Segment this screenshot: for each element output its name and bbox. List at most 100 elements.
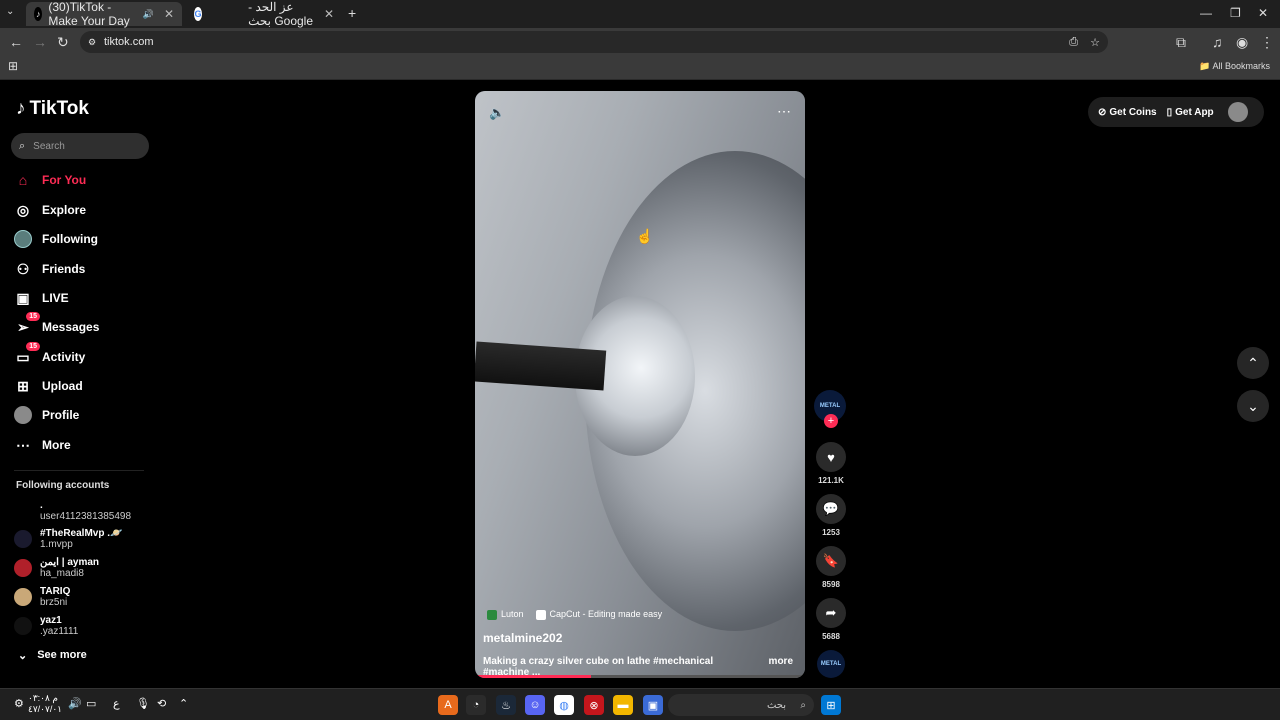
minimize-icon[interactable]: — (1200, 6, 1212, 20)
get-coins-button[interactable]: ⊘ Get Coins (1098, 107, 1157, 118)
phone-icon: ▯ (1166, 106, 1173, 118)
all-bookmarks-button[interactable]: 📁 All Bookmarks (1199, 61, 1270, 72)
close-tab-icon[interactable]: ✕ (324, 7, 334, 21)
settings-icon[interactable]: ⚙ (14, 697, 24, 710)
following-account[interactable]: TARIQ brz5ni (14, 586, 70, 608)
get-coins-label: Get Coins (1109, 106, 1157, 118)
account-name: TARIQ (40, 586, 71, 597)
see-more-button[interactable]: ⌄ See more (18, 649, 87, 662)
like-button[interactable]: ♥ 121.1K (814, 442, 848, 485)
following-account[interactable]: yaz1 .yaz1111 (14, 615, 78, 637)
nav-friends[interactable]: ⚇ Friends (14, 258, 86, 280)
share-button[interactable]: ➦ 5688 (814, 598, 848, 641)
action-bar: METAL + ♥ 121.1K 💬 1253 🔖 8598 ➦ 5688 ME… (814, 390, 848, 678)
nav-more[interactable]: ⋯ More (14, 434, 71, 456)
avatar-text: METAL (819, 403, 841, 409)
new-tab-icon[interactable]: + (348, 5, 356, 21)
following-account[interactable]: #TheRealMvp .🪐 1.mvpp (14, 528, 122, 550)
location-icon (487, 609, 497, 620)
profile-icon[interactable]: ◉ (1236, 34, 1248, 51)
search-input[interactable]: ⌕ Search (11, 133, 149, 159)
avatar (14, 559, 32, 577)
tab-list-icon[interactable]: ⌄ (6, 6, 14, 17)
see-more-label: See more (37, 649, 87, 661)
app-icon-blue[interactable]: ▣ (643, 695, 663, 715)
video-player[interactable]: 🔈 ⋯ Luton CapCut - Editing made easy met… (475, 91, 805, 678)
install-app-icon[interactable]: ⎙ (1069, 36, 1078, 49)
next-video-button[interactable]: ⌄ (1237, 390, 1269, 422)
nav-explore[interactable]: ◎ Explore (14, 199, 86, 221)
maximize-icon[interactable]: ❐ (1230, 6, 1241, 20)
more-dots-icon: ⋯ (16, 436, 30, 453)
chrome-icon[interactable]: ◍ (554, 695, 574, 715)
language-indicator[interactable]: ع (113, 697, 120, 710)
video-author[interactable]: metalmine202 (483, 631, 562, 645)
avatar[interactable] (1227, 102, 1248, 122)
following-account[interactable]: ايمن | ayman ha_madi8 (14, 557, 99, 579)
url-field[interactable]: ⚙ tiktok.com ⎙ ☆ (80, 31, 1108, 53)
menu-icon[interactable]: ⋮ (1260, 34, 1274, 51)
sound-disc[interactable]: METAL (817, 650, 845, 678)
search-icon: ⌕ (800, 699, 806, 711)
sync-icon[interactable]: ⟲ (157, 697, 166, 710)
logo-text: TikTok (29, 98, 89, 119)
file-explorer-icon[interactable]: ▬ (613, 695, 633, 715)
extensions-icon[interactable]: ⧉ (1176, 34, 1186, 51)
following-account[interactable]: . user4112381385498 (14, 500, 131, 522)
video-progress-bar[interactable] (475, 675, 805, 678)
activity-badge: 15 (26, 342, 40, 351)
tiktok-logo[interactable]: ♪ TikTok (16, 98, 89, 120)
nav-live[interactable]: ▣ LIVE (14, 287, 68, 309)
volume-icon[interactable]: 🔈 (489, 105, 505, 121)
nav-activity[interactable]: ▭ 15 Activity (14, 342, 86, 368)
share-icon: ➦ (816, 598, 846, 628)
save-count: 8598 (822, 580, 840, 589)
caption-more-button[interactable]: more (769, 656, 793, 667)
close-window-icon[interactable]: ✕ (1258, 6, 1268, 20)
speaker-icon[interactable]: 🔊 (143, 9, 154, 20)
microphone-icon[interactable]: 🎙 (136, 697, 150, 710)
tray-chevron-icon[interactable]: ⌃ (179, 697, 188, 710)
app-icon-a[interactable]: A (438, 695, 458, 715)
capcut-tag[interactable]: CapCut - Editing made easy (535, 609, 662, 620)
get-app-button[interactable]: ▯ Get App (1167, 107, 1214, 118)
reload-icon[interactable]: ↻ (57, 34, 69, 51)
bookmark-star-icon[interactable]: ☆ (1090, 36, 1100, 49)
previous-video-button[interactable]: ⌃ (1237, 347, 1269, 379)
nav-upload[interactable]: ⊞ Upload (14, 375, 83, 397)
save-button[interactable]: 🔖 8598 (814, 546, 848, 589)
comment-button[interactable]: 💬 1253 (814, 494, 848, 537)
back-icon[interactable]: ← (9, 34, 23, 50)
nav-following[interactable]: Following (14, 228, 98, 250)
network-icon[interactable]: ▭ (86, 697, 96, 710)
windows-start-icon[interactable]: ⊞ (821, 695, 841, 715)
follow-plus-button[interactable]: + (824, 414, 838, 428)
media-control-icon[interactable]: ♫ (1212, 34, 1223, 50)
apps-grid-icon[interactable]: ⊞ (8, 59, 18, 73)
discord-icon[interactable]: ☺ (525, 695, 545, 715)
search-icon: ⌕ (19, 139, 26, 152)
coin-icon: ⊘ (1098, 106, 1107, 118)
tiktok-favicon-icon: ♪ (34, 7, 43, 21)
taskbar-search-input[interactable]: بحث ⌕ (668, 694, 814, 716)
account-handle: user4112381385498 (40, 511, 132, 522)
close-tab-icon[interactable]: ✕ (164, 7, 174, 21)
account-handle: .yaz1111 (40, 626, 79, 637)
app-icon-circle[interactable]: ◔ (466, 695, 486, 715)
location-tag[interactable]: Luton (487, 609, 524, 620)
volume-icon[interactable]: 🔊 (68, 697, 82, 710)
tab-google[interactable]: G عز الحد - بحث Google ✕ (186, 0, 342, 28)
search-placeholder: Search (33, 140, 65, 152)
nav-for-you[interactable]: ⌂ For You (14, 169, 86, 191)
clock[interactable]: م ٠٣:٠٨ ٤٧/٠٧/٠١ (28, 693, 62, 715)
app-icon-red[interactable]: ⊗ (584, 695, 604, 715)
nav-messages[interactable]: ➢ 15 Messages (14, 312, 99, 338)
nav-label: Activity (42, 350, 86, 364)
more-options-icon[interactable]: ⋯ (777, 103, 791, 120)
nav-profile[interactable]: Profile (14, 404, 79, 426)
site-info-icon[interactable]: ⚙ (88, 37, 96, 48)
steam-icon[interactable]: ♨ (496, 695, 516, 715)
forward-icon[interactable]: → (33, 34, 47, 50)
tab-tiktok[interactable]: ♪ (30)TikTok - Make Your Day 🔊 ✕ (26, 0, 182, 28)
search-placeholder: بحث (766, 699, 786, 711)
